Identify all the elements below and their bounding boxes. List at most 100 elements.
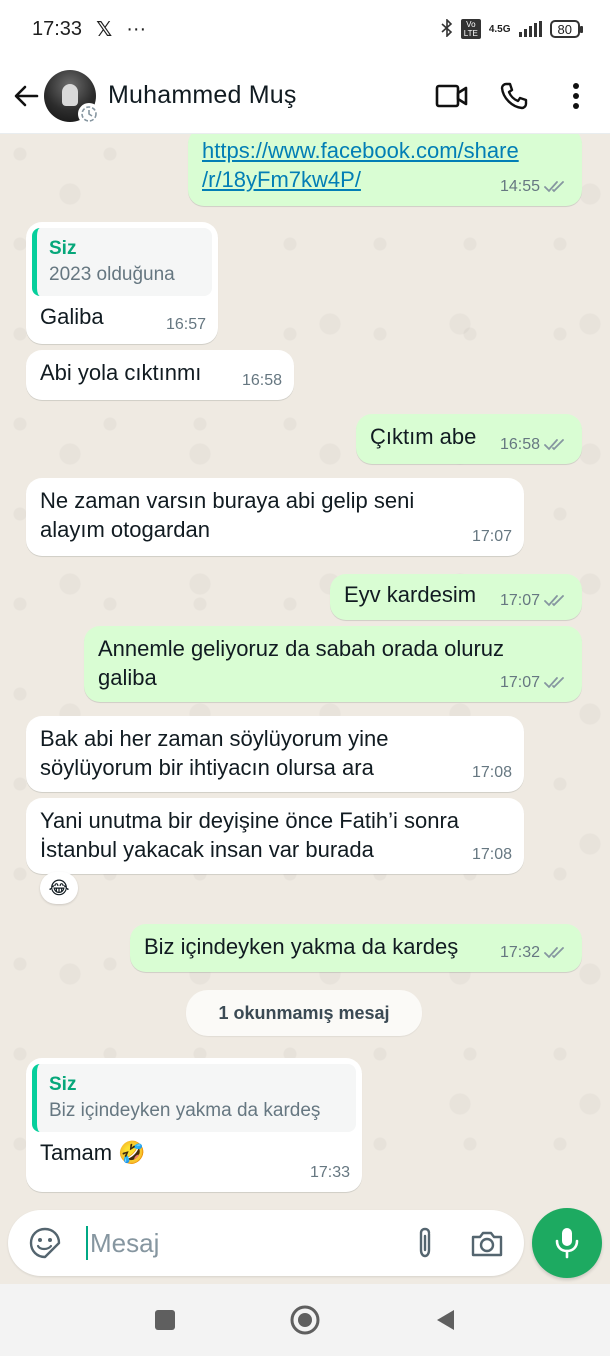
text-cursor [86,1226,88,1260]
message-bubble-outgoing[interactable]: Çıktım abe 16:58 [356,414,582,464]
message-text: Annemle geliyoruz da sabah orada oluruz [98,636,505,661]
message-time: 16:58 [241,372,282,389]
status-update-icon [78,102,100,125]
message-link[interactable]: https://www.facebook.com/share [202,138,519,163]
avatar[interactable] [44,69,100,125]
arrow-left-icon [14,85,39,106]
avatar-photo [62,83,78,106]
circle-home-icon [290,1305,320,1335]
sticker-smiley-icon [29,1227,61,1259]
battery-indicator: 80 [549,20,584,38]
quote-text: 2023 olduğuna [49,264,175,285]
message-bubble-incoming[interactable]: Ne zaman varsın buraya abi gelip seni al… [26,478,524,556]
message-time: 17:33 [309,1164,350,1181]
message-bubble-incoming[interactable]: Siz Biz içindeyken yakma da kardeş Tamam… [26,1058,362,1192]
status-bar: 17:33 𝕏 ··· Vo LTE 4.5G 80 [0,0,610,58]
quote-author: Siz [49,238,77,259]
message-meta: 16:57 [166,310,206,339]
message-text: Bak abi her zaman söylüyorum yine [40,726,389,751]
network-type: 4.5G [488,23,511,35]
video-camera-icon [435,84,468,107]
message-text-cont: galiba [98,665,157,690]
voice-call-button[interactable] [492,74,536,118]
signal-strength-icon [518,21,542,37]
message-time: 17:07 [499,592,540,609]
home-button[interactable] [285,1300,325,1340]
kebab-menu-icon [573,82,579,109]
chat-header: Muhammed Muş [0,58,610,134]
paperclip-icon [419,1227,431,1258]
message-meta: 16:58 [242,366,282,395]
voice-message-button[interactable] [532,1208,602,1278]
message-meta: 17:08 [472,758,512,787]
unread-messages-banner: 1 okunmamış mesaj [186,990,422,1036]
message-bubble-outgoing[interactable]: Annemle geliyoruz da sabah orada oluruz … [84,626,582,702]
recent-apps-button[interactable] [145,1300,185,1340]
double-check-icon [544,438,564,450]
camera-button[interactable] [466,1222,508,1264]
double-check-icon [544,946,564,958]
system-navigation-bar [0,1284,610,1356]
message-time: 14:55 [499,178,540,195]
battery-level: 80 [557,21,572,37]
back-button[interactable] [12,82,40,110]
chat-area[interactable]: https://www.facebook.com/share /r/18yFm7… [0,134,610,1284]
message-input[interactable]: Mesaj [86,1226,404,1260]
message-meta: 17:07 [500,668,570,697]
message-meta: 16:58 [500,430,570,459]
emoji-sticker-button[interactable] [24,1222,66,1264]
message-meta: 17:08 [472,840,512,869]
double-check-icon [544,594,564,606]
triangle-back-icon [437,1310,454,1330]
message-text: Tamam 🤣 [40,1140,146,1165]
message-reaction[interactable]: 😂 [40,872,78,904]
message-text: Ne zaman varsın buraya abi gelip seni [40,488,415,513]
double-check-icon [544,676,564,688]
message-meta: 17:32 [500,938,570,967]
message-link-cont[interactable]: /r/18yFm7kw4P/ [202,167,361,192]
message-time: 16:58 [499,436,540,453]
phone-icon [500,82,528,109]
message-bubble-incoming[interactable]: Siz 2023 olduğuna Galiba 16:57 [26,222,218,344]
x-logo-icon: 𝕏 [96,18,113,41]
attach-button[interactable] [404,1222,446,1264]
message-meta: 17:33 [310,1158,350,1187]
message-text-cont: söylüyorum bir ihtiyacın olursa ara [40,755,374,780]
bluetooth-icon [441,17,453,40]
more-notifications-indicator: ··· [126,17,147,40]
quoted-message[interactable]: Siz 2023 olduğuna [32,228,212,296]
back-nav-button[interactable] [425,1300,465,1340]
status-time: 17:33 [32,17,83,40]
message-text-cont: İstanbul yakacak insan var burada [40,837,374,862]
double-check-icon [544,180,564,192]
message-placeholder: Mesaj [90,1227,160,1258]
microphone-icon [555,1228,579,1259]
volte-badge: Vo LTE [460,19,481,39]
more-options-button[interactable] [554,74,598,118]
message-bubble-incoming[interactable]: Bak abi her zaman söylüyorum yine söylüy… [26,716,524,792]
message-time: 17:08 [471,764,512,781]
message-time: 17:07 [471,528,512,545]
message-meta: 17:07 [472,522,512,551]
message-composer: Mesaj [8,1210,524,1276]
message-bubble-incoming[interactable]: Yani unutma bir deyişine önce Fatih’i so… [26,798,524,874]
camera-icon [471,1231,503,1257]
message-bubble-outgoing[interactable]: Biz içindeyken yakma da kardeş 17:32 [130,924,582,972]
square-icon [155,1310,175,1330]
message-bubble-outgoing[interactable]: https://www.facebook.com/share /r/18yFm7… [188,134,582,206]
message-text-cont: alayım otogardan [40,517,210,542]
message-meta: 14:55 [500,172,570,201]
message-text: Yani unutma bir deyişine önce Fatih’i so… [40,808,460,833]
quote-text: Biz içindeyken yakma da kardeş [49,1100,321,1121]
message-meta: 17:07 [500,586,570,615]
quoted-message[interactable]: Siz Biz içindeyken yakma da kardeş [32,1064,356,1132]
contact-name[interactable]: Muhammed Muş [108,81,412,110]
message-time: 16:57 [165,316,206,333]
message-time: 17:32 [499,944,540,961]
message-time: 17:08 [471,846,512,863]
video-call-button[interactable] [430,74,474,118]
message-bubble-incoming[interactable]: Abi yola cıktınmı 16:58 [26,350,294,400]
quote-author: Siz [49,1074,77,1095]
message-time: 17:07 [499,674,540,691]
message-bubble-outgoing[interactable]: Eyv kardesim 17:07 [330,574,582,620]
